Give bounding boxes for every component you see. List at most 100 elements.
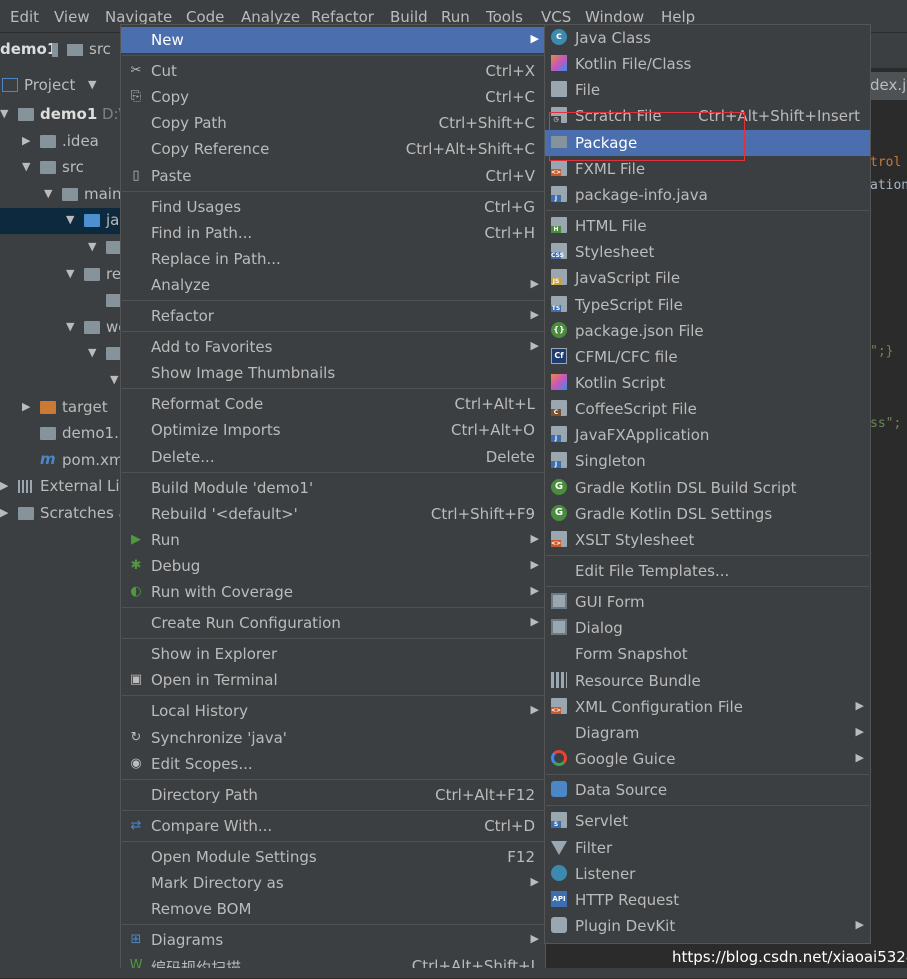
menu-item-dialog[interactable]: Dialog [545, 615, 870, 641]
menu-item-gradle-kotlin-dsl-settings[interactable]: G Gradle Kotlin DSL Settings [545, 501, 870, 527]
menu-item-edit-scopes[interactable]: ◉ Edit Scopes... [121, 751, 545, 777]
menu-item-gui-form[interactable]: GUI Form [545, 589, 870, 615]
expand-arrow-icon[interactable]: ▼ [22, 160, 30, 173]
menu-item-run[interactable]: ▶ Run ▶ [121, 527, 545, 553]
menu-item-data-source[interactable]: Data Source [545, 777, 870, 803]
menu-item-delete[interactable]: Delete... Delete [121, 444, 545, 470]
menu-item-build-module-demo1[interactable]: Build Module 'demo1' [121, 475, 545, 501]
menu-item-servlet[interactable]: S Servlet [545, 808, 870, 834]
menu-item-edit-file-templates[interactable]: Edit File Templates... [545, 558, 870, 584]
menu-item-listener[interactable]: Listener [545, 861, 870, 887]
menu-view[interactable]: View [54, 8, 90, 26]
menu-item-package-json-file[interactable]: {} package.json File [545, 318, 870, 344]
menu-item-cut[interactable]: ✂ Cut Ctrl+X [121, 58, 545, 84]
menu-item-resource-bundle[interactable]: Resource Bundle [545, 668, 870, 694]
menu-item-find-in-path[interactable]: Find in Path... Ctrl+H [121, 220, 545, 246]
menu-item-http-request[interactable]: API HTTP Request [545, 887, 870, 913]
menu-item-html-file[interactable]: H HTML File [545, 213, 870, 239]
menu-item-optimize-imports[interactable]: Optimize Imports Ctrl+Alt+O [121, 417, 545, 443]
tree-node[interactable]: m pom.xm [0, 448, 122, 474]
menu-item-open-module-settings[interactable]: Open Module Settings F12 [121, 844, 545, 870]
menu-item-xml-configuration-file[interactable]: <> XML Configuration File ▶ [545, 694, 870, 720]
menu-item-synchronize-java[interactable]: ↻ Synchronize 'java' [121, 725, 545, 751]
menu-item-compare-with[interactable]: ⇄ Compare With... Ctrl+D [121, 813, 545, 839]
tree-node[interactable]: ▼ src [0, 155, 122, 181]
menu-item-singleton[interactable]: J Singleton [545, 448, 870, 474]
menu-item-kotlin-file-class[interactable]: Kotlin File/Class [545, 51, 870, 77]
menu-item-file[interactable]: File [545, 77, 870, 103]
menu-item-refactor[interactable]: Refactor ▶ [121, 303, 545, 329]
collapse-arrow-icon[interactable]: ▶ [22, 134, 30, 147]
menu-item-gradle-kotlin-dsl-build-script[interactable]: G Gradle Kotlin DSL Build Script [545, 475, 870, 501]
expand-arrow-icon[interactable]: ▼ [0, 107, 8, 120]
menu-item-cfml-cfc-file[interactable]: Cf CFML/CFC file [545, 344, 870, 370]
tree-node[interactable]: demo1.i [0, 421, 122, 447]
tree-node[interactable]: ▼ [0, 341, 122, 367]
menu-item-xslt-stylesheet[interactable]: <> XSLT Stylesheet [545, 527, 870, 553]
editor-tab[interactable]: dex.js [870, 72, 907, 100]
menu-item-javascript-file[interactable]: JS JavaScript File [545, 265, 870, 291]
tree-node[interactable]: ▼ [0, 235, 122, 261]
dropdown-arrow-icon[interactable]: ▼ [88, 78, 96, 91]
menu-item-javafxapplication[interactable]: J JavaFXApplication [545, 422, 870, 448]
menu-item-kotlin-script[interactable]: Kotlin Script [545, 370, 870, 396]
menu-item-package-info-java[interactable]: Jpackage-info.java [545, 182, 870, 208]
menu-item-run-with-coverage[interactable]: ◐ Run with Coverage ▶ [121, 579, 545, 605]
expand-arrow-icon[interactable]: ▼ [66, 213, 74, 226]
menu-item-coffeescript-file[interactable]: C CoffeeScript File [545, 396, 870, 422]
collapse-arrow-icon[interactable]: ▶ [0, 479, 8, 492]
tree-node[interactable]: ▼ re [0, 262, 122, 288]
menu-item-show-image-thumbnails[interactable]: Show Image Thumbnails [121, 360, 545, 386]
editor-area[interactable] [870, 68, 907, 968]
expand-arrow-icon[interactable]: ▼ [44, 187, 52, 200]
menu-item-add-to-favorites[interactable]: Add to Favorites ▶ [121, 334, 545, 360]
menu-item-typescript-file[interactable]: TS TypeScript File [545, 292, 870, 318]
menu-item-new[interactable]: New ▶ [121, 27, 545, 53]
menu-item-paste[interactable]: ▯ Paste Ctrl+V [121, 163, 545, 189]
menu-item-diagram[interactable]: Diagram ▶ [545, 720, 870, 746]
menu-item-create-run-configuration[interactable]: Create Run Configuration ▶ [121, 610, 545, 636]
menu-item-remove-bom[interactable]: Remove BOM [121, 896, 545, 922]
tree-node[interactable]: ▶ External Lib [0, 474, 122, 500]
expand-arrow-icon[interactable]: ▼ [88, 240, 96, 253]
menu-item-copy-path[interactable]: Copy Path Ctrl+Shift+C [121, 110, 545, 136]
project-view-title[interactable]: Project [24, 76, 75, 94]
menu-item-mark-directory-as[interactable]: Mark Directory as ▶ [121, 870, 545, 896]
expand-arrow-icon[interactable]: ▼ [66, 267, 74, 280]
tree-node[interactable]: ▼ main [0, 182, 122, 208]
breadcrumb-folder[interactable]: src [89, 40, 111, 58]
menu-item-local-history[interactable]: Local History ▶ [121, 698, 545, 724]
breadcrumb-project[interactable]: demo1 [0, 40, 57, 58]
collapse-arrow-icon[interactable]: ▶ [0, 506, 8, 519]
expand-arrow-icon[interactable]: ▼ [110, 373, 118, 386]
menu-edit[interactable]: Edit [10, 8, 39, 26]
menu-item-java-class[interactable]: c Java Class [545, 25, 870, 51]
tree-node[interactable]: ▼ [0, 368, 122, 394]
menu-item-show-in-explorer[interactable]: Show in Explorer [121, 641, 545, 667]
expand-arrow-icon[interactable]: ▼ [88, 346, 96, 359]
menu-item-copy-reference[interactable]: Copy Reference Ctrl+Alt+Shift+C [121, 136, 545, 162]
menu-item-open-in-terminal[interactable]: ▣ Open in Terminal [121, 667, 545, 693]
menu-item-replace-in-path[interactable]: Replace in Path... [121, 246, 545, 272]
collapse-arrow-icon[interactable]: ▶ [22, 400, 30, 413]
menu-item-rebuild-default[interactable]: Rebuild '<default>' Ctrl+Shift+F9 [121, 501, 545, 527]
menu-item-copy[interactable]: ⎘ Copy Ctrl+C [121, 84, 545, 110]
tree-node[interactable]: ▼ demo1 D:\ [0, 102, 122, 128]
menu-item-form-snapshot[interactable]: Form Snapshot [545, 641, 870, 667]
menu-item-plugin-devkit[interactable]: Plugin DevKit ▶ [545, 913, 870, 939]
tree-node[interactable]: ▶ .idea [0, 129, 122, 155]
expand-arrow-icon[interactable]: ▼ [66, 320, 74, 333]
tree-node[interactable]: ▶ Scratches a [0, 501, 122, 527]
menu-item-filter[interactable]: Filter [545, 835, 870, 861]
menu-item-find-usages[interactable]: Find Usages Ctrl+G [121, 194, 545, 220]
tree-node[interactable]: ▶ target [0, 395, 122, 421]
menu-item-google-guice[interactable]: Google Guice ▶ [545, 746, 870, 772]
tree-node[interactable]: ▼we [0, 315, 122, 341]
menu-item-reformat-code[interactable]: Reformat Code Ctrl+Alt+L [121, 391, 545, 417]
menu-item-directory-path[interactable]: Directory Path Ctrl+Alt+F12 [121, 782, 545, 808]
tree-node[interactable]: ▼jav [0, 208, 122, 235]
tree-node[interactable] [0, 288, 122, 314]
menu-item-debug[interactable]: ✱ Debug ▶ [121, 553, 545, 579]
menu-item-analyze[interactable]: Analyze ▶ [121, 272, 545, 298]
menu-item-diagrams[interactable]: ⊞ Diagrams ▶ [121, 927, 545, 953]
